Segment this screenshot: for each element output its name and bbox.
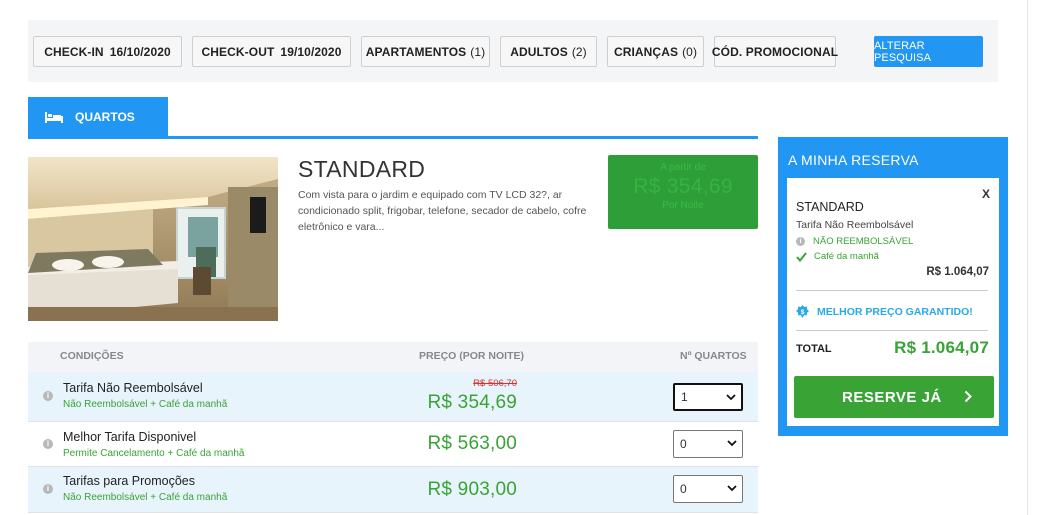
chevron-down-icon xyxy=(727,485,737,492)
tab-underline xyxy=(28,136,758,139)
room-starting-price: R$ 354,69 xyxy=(633,175,733,198)
info-icon[interactable]: i xyxy=(796,237,805,246)
divider xyxy=(796,290,988,291)
bed-icon xyxy=(45,111,63,123)
rate-conditions: Não Reembolsável + Café da manhã xyxy=(63,492,228,503)
non-refundable-line: i NÃO REEMBOLSÁVEL xyxy=(796,236,913,247)
rooms-quantity-value: 0 xyxy=(680,437,687,451)
rates-table-header: CONDIÇÕES PREÇO (POR NOITE) Nº QUARTOS xyxy=(28,342,758,372)
remove-item-button[interactable]: X xyxy=(982,187,990,201)
checkmark-icon xyxy=(796,251,807,262)
tab-rooms[interactable]: QUARTOS xyxy=(28,97,168,137)
breakfast-label: Café da manhã xyxy=(814,251,879,262)
reservation-room-name: STANDARD xyxy=(796,200,864,214)
best-price-label: MELHOR PREÇO GARANTIDO! xyxy=(817,305,973,318)
promo-code-label: CÓD. PROMOCIONAL xyxy=(711,44,839,59)
table-row: i Melhor Tarifa Disponivel Permite Cance… xyxy=(28,422,758,467)
total-label: TOTAL xyxy=(796,343,832,355)
table-row: i Tarifas para Promoções Não Reembolsáve… xyxy=(28,467,758,513)
tab-rooms-label: QUARTOS xyxy=(75,110,135,124)
checkout-value: 19/10/2020 xyxy=(280,44,342,59)
room-description: Com vista para o jardim e equipado com T… xyxy=(298,189,587,233)
rooms-quantity-select[interactable]: 1 xyxy=(673,383,743,411)
checkin-label: CHECK-IN xyxy=(44,44,104,59)
apartments-label: APARTAMENTOS xyxy=(365,44,467,59)
total-value: R$ 1.064,07 xyxy=(894,338,989,357)
non-refundable-label: NÃO REEMBOLSÁVEL xyxy=(813,236,914,247)
reservation-panel: A MINHA RESERVA X STANDARD Tarifa Não Re… xyxy=(778,137,1008,436)
adults-label: ADULTOS xyxy=(510,44,568,59)
promo-code-field[interactable]: CÓD. PROMOCIONAL xyxy=(711,36,839,67)
reservation-card: X STANDARD Tarifa Não Reembolsável i NÃO… xyxy=(787,178,999,426)
room-price-box: A partir de R$ 354,69 Por Noite xyxy=(608,155,758,229)
rate-name: Tarifas para Promoções xyxy=(63,474,196,488)
table-row: i Tarifa Não Reembolsável Não Reembolsáv… xyxy=(28,372,758,422)
header-conditions: CONDIÇÕES xyxy=(60,350,124,362)
search-bar: CHECK-IN 16/10/2020 CHECK-OUT 19/10/2020… xyxy=(28,20,998,82)
children-field[interactable]: CRIANÇAS (0) xyxy=(607,36,704,67)
checkin-field[interactable]: CHECK-IN 16/10/2020 xyxy=(33,36,182,67)
rate-old-price: R$ 506,70 xyxy=(473,378,517,389)
page-border xyxy=(1027,0,1028,515)
rate-conditions: Permite Cancelamento + Café da manhã xyxy=(63,448,245,459)
chevron-down-icon xyxy=(726,394,736,401)
checkout-label: CHECK-OUT xyxy=(201,44,275,59)
info-icon[interactable]: i xyxy=(43,439,53,449)
room-photo[interactable] xyxy=(28,157,278,321)
reservation-title: A MINHA RESERVA xyxy=(788,152,919,168)
info-icon[interactable]: i xyxy=(43,484,53,494)
apartments-field[interactable]: APARTAMENTOS (1) xyxy=(361,36,490,67)
reservation-rate-name: Tarifa Não Reembolsável xyxy=(796,219,914,231)
breakfast-line: Café da manhã xyxy=(796,251,879,262)
rate-name: Tarifa Não Reembolsável xyxy=(63,381,203,395)
badge-icon: $ xyxy=(796,305,809,318)
book-now-label: RESERVE JÁ xyxy=(842,388,942,406)
adults-field[interactable]: ADULTOS (2) xyxy=(500,36,597,67)
rate-price: R$ 563,00 xyxy=(427,433,517,454)
svg-text:$: $ xyxy=(801,309,805,316)
chevron-down-icon xyxy=(727,440,737,447)
header-rooms: Nº QUARTOS xyxy=(680,350,747,362)
children-label: CRIANÇAS xyxy=(613,44,679,59)
rate-price: R$ 354,69 xyxy=(427,392,517,413)
header-price: PREÇO (POR NOITE) xyxy=(419,350,525,362)
rooms-quantity-value: 1 xyxy=(681,390,688,404)
book-now-button[interactable]: RESERVE JÁ xyxy=(794,376,994,418)
checkin-value: 16/10/2020 xyxy=(109,44,171,59)
rate-conditions: Não Reembolsável + Café da manhã xyxy=(63,399,228,410)
adults-value: (2) xyxy=(571,44,587,59)
divider xyxy=(796,330,988,331)
apartments-value: (1) xyxy=(470,44,486,59)
price-per-night-label: Por Noite xyxy=(662,200,704,211)
change-search-button[interactable]: ALTERAR PESQUISA xyxy=(874,36,983,67)
checkout-field[interactable]: CHECK-OUT 19/10/2020 xyxy=(192,36,351,67)
children-value: (0) xyxy=(682,44,698,59)
room-title[interactable]: STANDARD xyxy=(298,156,425,183)
price-from-label: A partir de xyxy=(660,162,706,173)
reservation-line-total: R$ 1.064,07 xyxy=(926,266,989,278)
rates-table: CONDIÇÕES PREÇO (POR NOITE) Nº QUARTOS i… xyxy=(28,342,758,513)
info-icon[interactable]: i xyxy=(43,391,53,401)
rooms-quantity-value: 0 xyxy=(680,482,687,496)
rooms-quantity-select[interactable]: 0 xyxy=(673,430,743,458)
best-price-guarantee[interactable]: $ MELHOR PREÇO GARANTIDO! xyxy=(796,305,973,318)
rate-price: R$ 903,00 xyxy=(427,479,517,500)
rooms-quantity-select[interactable]: 0 xyxy=(673,475,743,503)
rate-name: Melhor Tarifa Disponivel xyxy=(63,430,197,444)
chevron-right-icon xyxy=(964,390,972,403)
